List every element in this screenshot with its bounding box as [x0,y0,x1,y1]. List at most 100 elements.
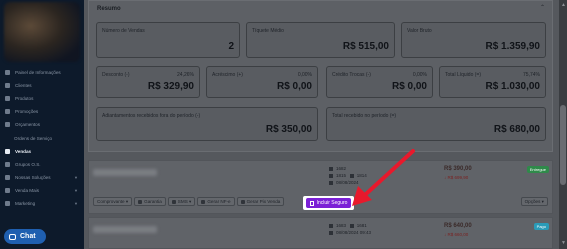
card-adiantamentos: Adiantamentos recebidos fora do período … [96,107,318,141]
opcoes-button[interactable]: Opções ▾ [520,197,548,206]
receipt-icon [329,223,333,228]
sidebar-item-ordens-servico[interactable]: Ordens de Serviço [0,131,84,144]
status-badge: Entregue [526,166,549,173]
gerar-nfe-button[interactable]: Gerar NF-e [197,197,235,206]
dollar-icon [5,187,10,193]
sidebar-item-venda-mais[interactable]: Venda Mais ▼ [0,184,84,197]
card-total-recebido: Total recebido no período (=) R$ 680,00 [326,107,546,141]
chevron-down-icon: ▼ [74,200,78,206]
sidebar-item-vendas[interactable]: Vendas [0,145,84,158]
user-icon [349,223,354,228]
card-value: R$ 515,00 [342,41,389,52]
order-refs: 1815 1814 [329,173,367,178]
sidebar-item-painel[interactable]: Painel de Informações [0,66,84,79]
card-percent: 0,00% [297,72,312,78]
card-value: 2 [228,41,234,52]
card-percent: 24,26% [177,72,194,78]
card-percent: 0,00% [412,72,427,78]
chat-button[interactable]: Chat [4,229,46,244]
card-label: Crédito Trocas (-) [332,72,371,78]
card-label: Total Líquido (=) [445,72,481,78]
gerar-pix-button[interactable]: Gerar Pix Venda [236,197,285,206]
sidebar-item-produtos[interactable]: Produtos [0,92,84,105]
scroll-up-icon[interactable]: ▲ [561,2,566,8]
shield-icon [138,199,143,204]
scrollbar-thumb[interactable] [560,105,566,185]
card-value: R$ 1.030,00 [485,81,541,92]
tag-icon [5,109,10,115]
card-label: Total recebido no período (=) [332,113,397,119]
sidebar-nav: Painel de Informações Clientes Produtos … [0,66,84,210]
group-icon [5,161,10,167]
box-icon [5,96,10,102]
order-date: 08/08/2024 09:43 [329,230,371,235]
document-icon [309,200,314,206]
card-label: Adiantamentos recebidos fora do período … [102,113,201,119]
order-discount: ↓ R$ 660,00 [444,232,469,237]
users-icon [5,83,10,89]
customer-name-redacted [93,226,157,233]
incluir-seguro-button[interactable]: Incluir Seguro [306,198,351,208]
card-value: R$ 0,00 [391,81,427,92]
message-icon [171,199,176,204]
receipt-icon [329,166,333,171]
order-number: 1682 [329,166,346,171]
dashboard-icon [5,70,10,76]
card-acrescimo: Acréscimo (+) 0,00% R$ 0,00 [206,66,318,98]
scroll-down-icon[interactable]: ▼ [561,240,566,246]
sidebar-item-clientes[interactable]: Clientes [0,79,84,92]
order-discount: ↓ R$ 699,90 [444,175,469,180]
chat-bubble-icon [9,233,16,240]
card-label: Tíquete Médio [252,28,284,34]
garantia-button[interactable]: Garantia [134,197,166,206]
card-value: R$ 350,00 [265,124,312,135]
card-desconto: Desconto (-) 24,26% R$ 329,90 [96,66,200,98]
order-row[interactable]: 1683 1681 08/08/2024 09:43 R$ 640,00 ↓ R… [88,217,553,249]
comprovante-button[interactable]: Comprovante ▾ [93,197,133,206]
card-total-liquido: Total Líquido (=) 75,74% R$ 1.030,00 [439,66,546,98]
order-actions: Comprovante ▾ Garantia SMS ▾ Gerar NF-e … [93,197,285,206]
card-value: R$ 329,90 [147,81,194,92]
chevron-down-icon: ▼ [74,187,78,193]
card-value: R$ 1.359,90 [485,41,541,52]
megaphone-icon [5,200,10,206]
order-number: 1683 1681 [329,223,367,228]
card-value: R$ 0,00 [276,81,312,92]
customer-name-redacted [93,169,157,176]
pix-icon [240,199,245,204]
sidebar-item-grupos-os[interactable]: Grupos O.S. [0,158,84,171]
calendar-icon [329,180,333,185]
chevron-up-icon[interactable]: ⌃ [540,4,545,11]
card-valor-bruto: Valor Bruto R$ 1.359,90 [401,22,546,58]
incluir-seguro-highlight: Incluir Seguro [303,196,354,210]
card-numero-vendas: Número de Vendas 2 [96,22,240,58]
sidebar-item-marketing[interactable]: Marketing ▼ [0,197,84,210]
calendar-icon [329,230,333,235]
sidebar-item-orcamentos[interactable]: Orçamentos [0,118,84,131]
sidebar-item-nossas-solucoes[interactable]: Nossas Soluções ▼ [0,171,84,184]
card-label: Acréscimo (+) [212,72,243,78]
company-logo [4,2,80,62]
puzzle-icon [5,174,10,180]
resumo-title: Resumo [97,6,121,12]
document-icon [201,199,206,204]
sms-button[interactable]: SMS ▾ [167,197,196,206]
user-icon [349,173,354,178]
order-date: 08/08/2024 [329,180,359,185]
card-credito-trocas: Crédito Trocas (-) 0,00% R$ 0,00 [326,66,433,98]
sidebar: Painel de Informações Clientes Produtos … [0,0,84,249]
file-icon [5,122,10,128]
sidebar-item-promocoes[interactable]: Promoções [0,105,84,118]
user-icon [329,173,333,178]
cart-icon [5,148,10,154]
order-price: R$ 390,00 [444,166,472,172]
card-label: Número de Vendas [102,28,145,34]
card-value: R$ 680,00 [493,124,540,135]
order-price: R$ 640,00 [444,223,472,229]
card-percent: 75,74% [523,72,540,78]
card-label: Valor Bruto [407,28,432,34]
scrollbar[interactable] [559,0,567,249]
card-label: Desconto (-) [102,72,130,78]
status-badge: Pago [533,223,549,230]
chevron-down-icon: ▼ [74,174,78,180]
